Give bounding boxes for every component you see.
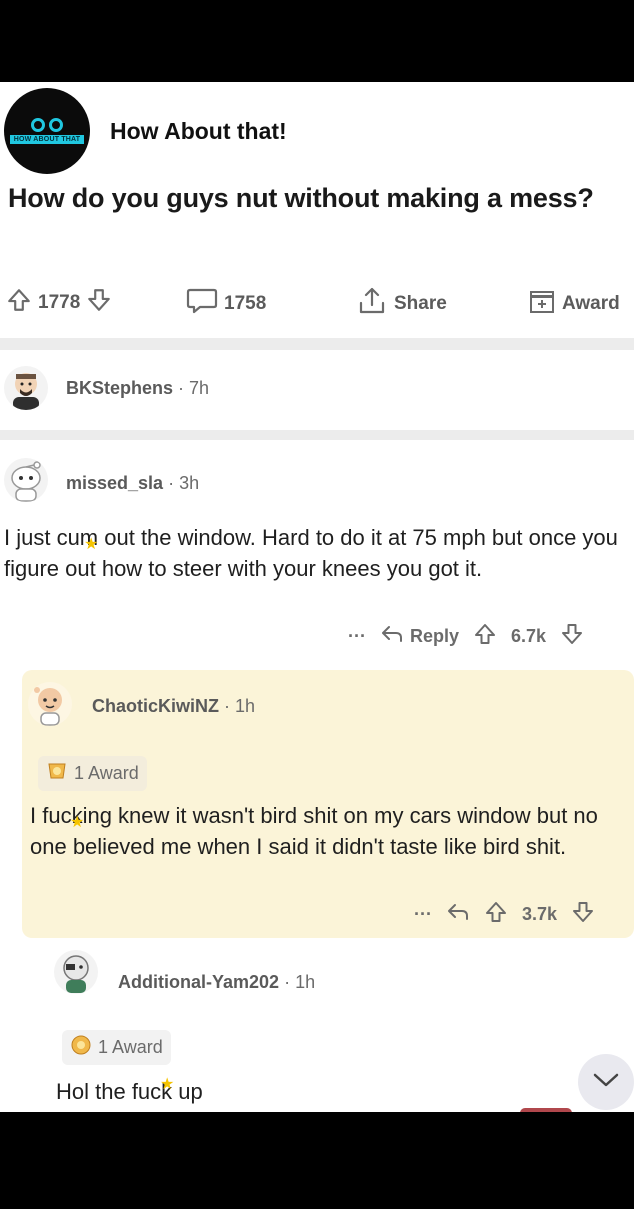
timestamp: 7h (189, 378, 210, 398)
more-options-button[interactable]: ··· (414, 904, 432, 925)
comment-body-3: I fucking knew it wasn't bird shit on my… (30, 803, 598, 859)
award-count: 1 Award (74, 763, 139, 783)
partial-bottom-element (520, 1108, 572, 1112)
avatar-missed-sla[interactable] (4, 458, 48, 502)
award-badge[interactable]: 1 Award (38, 756, 147, 791)
downvote-icon[interactable] (86, 287, 112, 319)
logo-eyes-icon (31, 118, 63, 132)
gift-icon (528, 287, 556, 321)
reply-label: Reply (409, 626, 460, 646)
comment-body-4: Hol the fuck up (56, 1079, 203, 1104)
comment-meta-2: missed_sla · 3h (66, 473, 200, 493)
username[interactable]: ChaoticKiwiNZ (92, 696, 219, 716)
post-screen: HOW ABOUT THAT How About that! How do yo… (0, 82, 634, 1112)
award-medal-icon (46, 760, 68, 787)
section-divider (0, 338, 634, 350)
scroll-down-button[interactable] (578, 1054, 634, 1110)
logo-text: HOW ABOUT THAT (9, 135, 85, 144)
channel-logo[interactable]: HOW ABOUT THAT (4, 88, 90, 174)
score: 3.7k (521, 904, 558, 924)
post-title: How do you guys nut without making a mes… (8, 183, 594, 213)
comment-meta-4: Additional-Yam202 · 1h (118, 972, 316, 992)
avatar-bkstephens[interactable] (4, 366, 48, 410)
award-button[interactable]: Award (528, 287, 620, 321)
section-divider (0, 430, 634, 440)
comment-count: 1758 (224, 293, 267, 314)
username[interactable]: BKStephens (66, 378, 173, 398)
reply-icon (380, 624, 404, 649)
downvote-icon[interactable] (560, 622, 584, 651)
upvote-icon[interactable] (473, 622, 497, 651)
downvote-icon[interactable] (571, 900, 595, 929)
award-coin-icon (70, 1034, 92, 1061)
sparkle-icon: ★ (160, 1076, 175, 1093)
channel-name: How About that! (110, 118, 287, 144)
more-options-button[interactable]: ··· (348, 626, 366, 647)
share-label: Share (394, 293, 447, 314)
reply-icon[interactable] (446, 902, 470, 927)
username[interactable]: missed_sla (66, 473, 163, 493)
chevron-down-icon (592, 1071, 620, 1094)
timestamp: 3h (179, 473, 200, 493)
score: 6.7k (511, 626, 547, 646)
share-button[interactable]: Share (356, 285, 447, 323)
avatar-chaotickiwinz[interactable] (28, 682, 72, 726)
username[interactable]: Additional-Yam202 (118, 972, 279, 992)
award-count: 1 Award (98, 1037, 163, 1057)
upvote-count: 1778 (38, 292, 81, 313)
sparkle-icon: ★ (84, 536, 99, 553)
comment-actions-2: ··· Reply 6.7k (348, 622, 584, 651)
comment-meta-3: ChaoticKiwiNZ · 1h (92, 696, 256, 716)
reply-button[interactable]: Reply (380, 624, 459, 649)
vote-group: 1778 (6, 287, 112, 319)
avatar-additional-yam202[interactable] (54, 950, 98, 994)
timestamp: 1h (295, 972, 316, 992)
upvote-icon[interactable] (484, 900, 508, 929)
comment-meta-1: BKStephens · 7h (66, 378, 210, 398)
award-label: Award (562, 293, 620, 314)
upvote-icon[interactable] (6, 287, 32, 319)
comment-actions-3: ··· 3.7k (414, 900, 595, 929)
comments-button[interactable]: 1758 (186, 287, 266, 321)
comment-icon (186, 287, 218, 321)
sparkle-icon: ★ (70, 814, 85, 831)
award-badge[interactable]: 1 Award (62, 1030, 171, 1065)
share-icon (356, 285, 388, 323)
timestamp: 1h (235, 696, 256, 716)
